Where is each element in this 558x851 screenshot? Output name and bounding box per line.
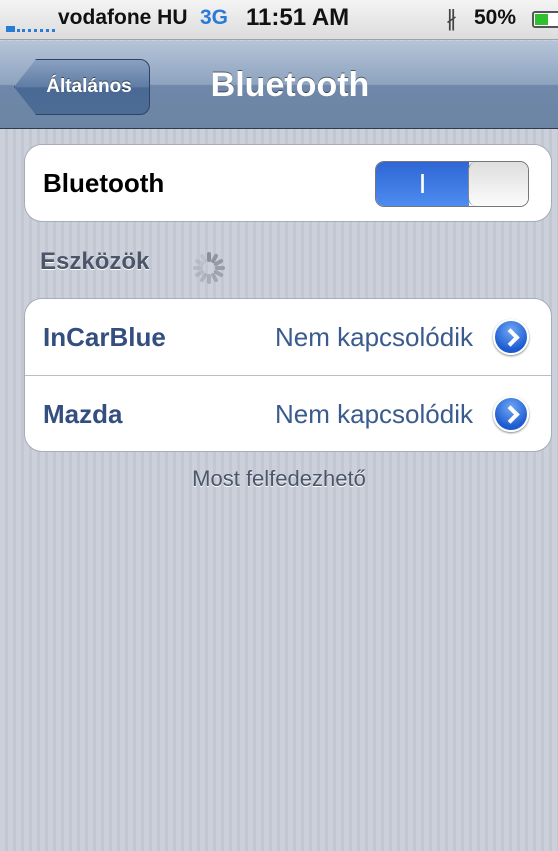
page-title: Bluetooth (210, 66, 370, 104)
device-status: Nem kapcsolódik (275, 322, 473, 352)
loading-spinner-icon (192, 251, 226, 285)
bluetooth-settings-group: Bluetooth I (24, 144, 552, 222)
carrier-name: vodafone HU (58, 6, 188, 29)
device-status: Nem kapcsolódik (275, 399, 473, 429)
devices-section-header: Eszközök (40, 248, 150, 275)
detail-disclosure-icon[interactable] (493, 396, 529, 432)
signal-strength-icon (6, 26, 56, 32)
battery-icon (532, 11, 558, 28)
device-name: Mazda (43, 399, 123, 429)
device-name: InCarBlue (43, 322, 166, 352)
devices-list: InCarBlue Nem kapcsolódik Mazda Nem kapc… (24, 298, 552, 452)
bluetooth-toggle[interactable]: I (375, 161, 529, 207)
toggle-knob[interactable] (468, 162, 528, 206)
back-button[interactable]: Általános (14, 59, 150, 115)
navigation-bar: Általános Bluetooth (0, 41, 558, 129)
network-type: 3G (200, 6, 229, 29)
discoverable-status-text: Most felfedezhető (192, 466, 366, 491)
bluetooth-row: Bluetooth I (25, 145, 551, 221)
toggle-on-indicator: I (376, 162, 469, 206)
device-row-incarblue[interactable]: InCarBlue Nem kapcsolódik (25, 299, 551, 375)
clock: 11:51 AM (246, 4, 350, 31)
device-row-mazda[interactable]: Mazda Nem kapcsolódik (25, 375, 551, 451)
bluetooth-label: Bluetooth (43, 168, 165, 198)
status-bar: vodafone HU 3G 11:51 AM ∦ 50% (0, 0, 558, 40)
bluetooth-icon: ∦ (446, 6, 457, 31)
battery-percent: 50% (474, 6, 517, 29)
detail-disclosure-icon[interactable] (493, 319, 529, 355)
